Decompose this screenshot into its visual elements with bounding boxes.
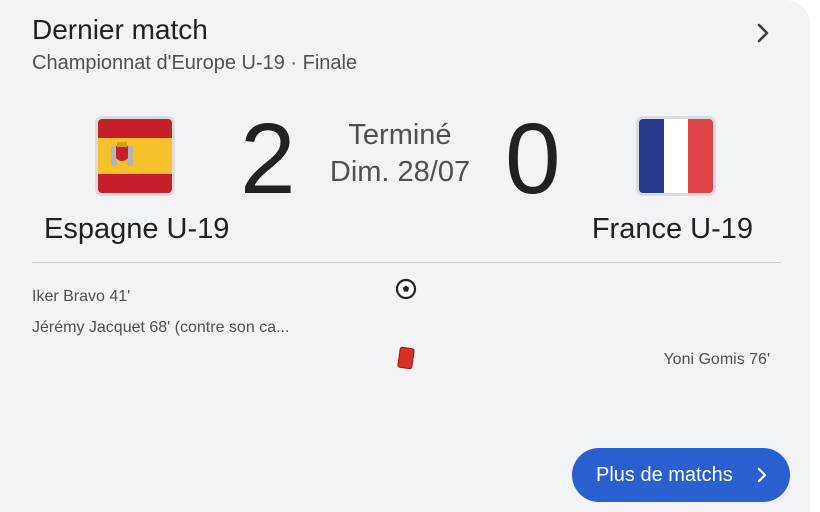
more-matches-label: Plus de matchs: [596, 463, 733, 486]
competition-subtitle: Championnat d'Europe U-19 · Finale: [32, 52, 358, 74]
france-flag-icon: [639, 119, 713, 193]
match-date: Dim. 28/07: [329, 156, 471, 188]
home-score: 2: [240, 103, 296, 215]
away-score: 0: [505, 103, 561, 215]
match-status: Terminé: [348, 119, 452, 151]
red-card-icon: [397, 346, 415, 370]
match-card: Dernier match Championnat d'Europe U-19 …: [0, 0, 810, 512]
goal-event: Iker Bravo 41': [32, 288, 131, 305]
card-title: Dernier match: [32, 14, 208, 45]
divider: [32, 262, 781, 263]
goal-event: Jérémy Jacquet 68' (contre son ca...: [32, 319, 290, 336]
red-card-event: Yoni Gomis 76': [663, 351, 770, 368]
spain-flag-icon: [98, 119, 172, 193]
more-matches-button[interactable]: Plus de matchs: [572, 448, 790, 502]
away-team-name[interactable]: France U-19: [592, 213, 753, 246]
chevron-right-icon: [757, 467, 767, 483]
chevron-right-icon[interactable]: [751, 21, 775, 45]
soccer-ball-icon: [395, 278, 417, 300]
home-team-name[interactable]: Espagne U-19: [44, 213, 229, 246]
